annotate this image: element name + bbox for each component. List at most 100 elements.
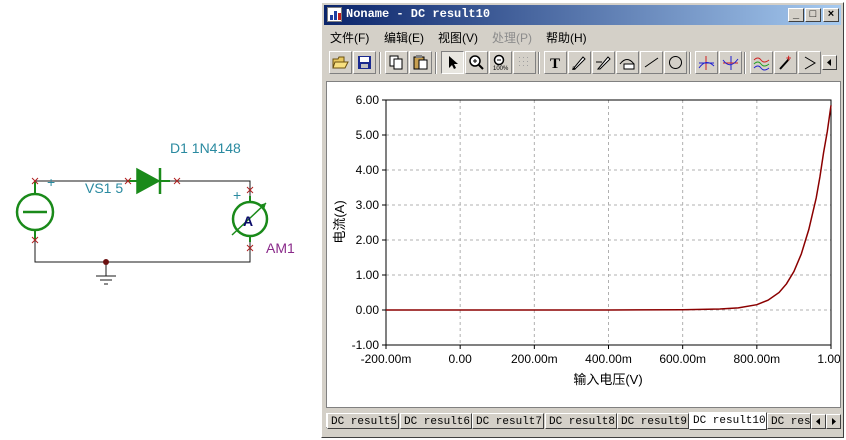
x-tick-label: -200.00m xyxy=(361,352,412,366)
x-axis-ticks: -200.00m 0.00 200.00m 400.00m 600.00m 800.00m… xyxy=(361,345,841,366)
dc-result-window: Noname - DC result10 _ □ × 文件(F) 编辑(E) 视… xyxy=(321,2,844,438)
text-tool-button[interactable]: T xyxy=(544,51,567,74)
toolbar-separator xyxy=(379,52,381,74)
cursor-a-button[interactable] xyxy=(695,51,718,74)
marker-button[interactable]: a xyxy=(568,51,591,74)
paste-icon xyxy=(413,55,428,70)
cursor-b-button[interactable] xyxy=(719,51,742,74)
minimize-button[interactable]: _ xyxy=(788,8,804,22)
y-tick-label: -1.00 xyxy=(352,338,380,352)
pointer-icon xyxy=(449,56,458,69)
menu-file[interactable]: 文件(F) xyxy=(330,29,369,46)
svg-text:T: T xyxy=(550,56,560,71)
curve-button[interactable] xyxy=(616,51,639,74)
open-button[interactable] xyxy=(329,51,352,74)
maximize-button[interactable]: □ xyxy=(805,8,821,22)
tab-scroll-back[interactable] xyxy=(811,414,826,429)
save-icon xyxy=(358,56,371,69)
grid xyxy=(386,100,831,345)
menu-edit[interactable]: 编辑(E) xyxy=(384,29,424,46)
signal-button[interactable] xyxy=(750,51,773,74)
zoom-out-button[interactable]: 100% xyxy=(489,51,512,74)
toolbar-scroll-left[interactable] xyxy=(822,55,837,70)
line-button[interactable] xyxy=(640,51,663,74)
cursor-b-icon xyxy=(722,56,739,70)
cursor-a-icon xyxy=(698,56,715,70)
tab-dc-result10[interactable]: DC result10 xyxy=(689,412,767,430)
ammeter-plus-sign: + xyxy=(233,187,241,203)
circle-button[interactable] xyxy=(664,51,687,74)
flag-button[interactable] xyxy=(798,51,821,74)
y-tick-label: 3.00 xyxy=(356,198,380,212)
menu-process[interactable]: 处理(P) xyxy=(492,29,532,46)
open-folder-icon xyxy=(332,56,349,69)
tab-dc-result6[interactable]: DC result6 xyxy=(400,413,472,429)
save-button[interactable] xyxy=(353,51,376,74)
toolbar: 100% T a + xyxy=(324,48,841,78)
schematic-diagram: + D1 1N4148 VS1 5 A + AM1 xyxy=(15,140,295,285)
svg-text:100%: 100% xyxy=(493,66,509,71)
zoom-in-icon xyxy=(469,55,484,70)
circuit-wires xyxy=(34,180,251,285)
arrow-left-icon xyxy=(816,418,820,425)
grid-icon xyxy=(519,57,528,66)
paste-button[interactable] xyxy=(409,51,432,74)
circle-icon xyxy=(669,56,682,69)
tab-scroll-forward[interactable] xyxy=(826,414,841,429)
arrow-right-icon xyxy=(832,418,836,425)
copy-button[interactable] xyxy=(385,51,408,74)
x-tick-label: 200.00m xyxy=(511,352,558,366)
tab-dc-result7[interactable]: DC result7 xyxy=(472,413,544,429)
x-tick-label: 800.00m xyxy=(733,352,780,366)
menu-bar: 文件(F) 编辑(E) 视图(V) 处理(P) 帮助(H) xyxy=(324,26,841,46)
x-tick-label: 0.00 xyxy=(448,352,472,366)
source-label: VS1 5 xyxy=(85,180,123,196)
tab-dc-result5[interactable]: DC result5 xyxy=(327,413,399,429)
copy-icon xyxy=(389,55,403,70)
y-tick-label: 0.00 xyxy=(356,303,380,317)
diode-symbol[interactable] xyxy=(128,167,170,195)
minimize-icon: _ xyxy=(792,8,800,20)
marker2-button[interactable] xyxy=(592,51,615,74)
text-tool-icon: T xyxy=(550,56,560,71)
ammeter-label: AM1 xyxy=(266,240,295,256)
line-icon xyxy=(644,57,659,68)
tab-dc-result9[interactable]: DC result9 xyxy=(617,413,689,429)
close-button[interactable]: × xyxy=(823,8,839,22)
app-icon xyxy=(327,7,342,22)
zoom-in-button[interactable] xyxy=(465,51,488,74)
y-tick-label: 5.00 xyxy=(356,128,380,142)
probe-icon: + xyxy=(779,54,791,70)
title-bar[interactable]: Noname - DC result10 _ □ × xyxy=(324,5,841,25)
menu-help[interactable]: 帮助(H) xyxy=(546,29,587,46)
x-tick-label: 600.00m xyxy=(659,352,706,366)
arrow-left-icon xyxy=(827,59,831,66)
y-tick-label: 1.00 xyxy=(356,268,380,282)
window-title: Noname - DC result10 xyxy=(346,7,491,21)
iv-curve-chart: 6.00 5.00 4.00 3.00 2.00 1.00 0.00 -1.00 -200.0… xyxy=(332,93,841,387)
x-tick-label: 400.00m xyxy=(585,352,632,366)
curve-icon xyxy=(619,59,635,70)
y-axis-title: 电流(A) xyxy=(332,200,347,243)
toolbar-separator xyxy=(744,52,746,74)
y-tick-label: 6.00 xyxy=(356,93,380,107)
y-tick-label: 4.00 xyxy=(356,163,380,177)
menu-view[interactable]: 视图(V) xyxy=(438,29,478,46)
grid-button[interactable] xyxy=(513,51,536,74)
x-tick-label: 1.00 xyxy=(817,352,840,366)
tab-dc-result8[interactable]: DC result8 xyxy=(545,413,617,429)
zoom-out-icon: 100% xyxy=(493,54,509,71)
marker-icon: a xyxy=(571,56,586,71)
diode-label: D1 1N4148 xyxy=(170,140,241,156)
tab-dc-result11[interactable]: DC resu xyxy=(767,413,811,429)
marker2-icon xyxy=(596,56,611,70)
toolbar-separator xyxy=(435,52,437,74)
x-axis-title: 输入电压(V) xyxy=(573,372,642,387)
toolbar-separator xyxy=(689,52,691,74)
maximize-icon: □ xyxy=(809,8,817,20)
plot-area[interactable]: 6.00 5.00 4.00 3.00 2.00 1.00 0.00 -1.00 -200.0… xyxy=(326,81,841,408)
toolbar-separator xyxy=(538,52,540,74)
y-tick-label: 2.00 xyxy=(356,233,380,247)
probe-button[interactable]: + xyxy=(774,51,797,74)
select-tool-button[interactable] xyxy=(441,51,464,74)
